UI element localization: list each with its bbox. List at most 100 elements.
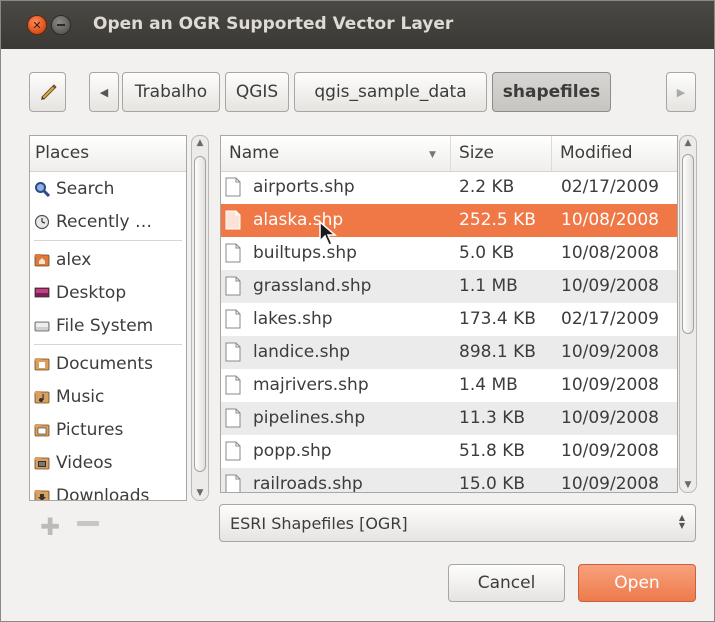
scroll-down-arrow[interactable]: ▼ (192, 488, 208, 498)
file-icon (225, 177, 241, 197)
place-item-label: Pictures (56, 419, 124, 440)
place-item-file-system[interactable]: File System (30, 309, 186, 342)
file-name: grassland.shp (253, 276, 372, 296)
file-type-filter[interactable]: ESRI Shapefiles [OGR] ▲ ▼ (219, 504, 696, 542)
file-size: 898.1 KB (459, 342, 536, 362)
column-name-header[interactable]: Name (221, 136, 451, 171)
file-size: 1.4 MB (459, 375, 518, 395)
pictures-folder-icon (34, 422, 50, 438)
breadcrumb-item-shapefiles[interactable]: shapefiles (492, 72, 611, 112)
file-modified: 10/08/2008 (561, 210, 659, 230)
table-row-selected[interactable]: alaska.shp 252.5 KB 10/08/2008 (221, 204, 677, 237)
file-icon (225, 342, 241, 362)
table-row[interactable]: railroads.shp 15.0 KB 10/09/2008 (221, 468, 677, 493)
breadcrumb-item-trabalho[interactable]: Trabalho (122, 72, 220, 112)
file-type-filter-value: ESRI Shapefiles [OGR] (230, 513, 408, 533)
place-item-label: Videos (56, 452, 113, 473)
file-size: 51.8 KB (459, 441, 526, 461)
file-name: builtups.shp (253, 243, 357, 263)
file-size: 1.1 MB (459, 276, 518, 296)
file-list: Name ▼ Size Modified airports.shp 2.2 KB 0… (220, 135, 678, 493)
places-header[interactable]: Places (30, 136, 186, 172)
file-icon (225, 243, 241, 263)
file-modified: 10/09/2008 (561, 408, 659, 428)
place-item-label: Documents (56, 353, 153, 374)
place-item-label: Search (56, 178, 115, 199)
table-row[interactable]: landice.shp 898.1 KB 10/09/2008 (221, 336, 677, 369)
column-modified-label: Modified (560, 143, 633, 163)
breadcrumb-scroll-right[interactable]: ▶ (666, 72, 696, 112)
scroll-up-arrow[interactable]: ▲ (192, 138, 208, 148)
file-icon (225, 210, 241, 230)
add-bookmark-icon[interactable]: ✚ (40, 513, 60, 541)
file-dialog: ✕ Open an OGR Supported Vector Layer ◀ T… (0, 0, 715, 622)
type-location-button[interactable] (29, 72, 66, 112)
place-item-desktop[interactable]: Desktop (30, 276, 186, 309)
file-name: landice.shp (253, 342, 351, 362)
file-size: 252.5 KB (459, 210, 536, 230)
place-item-alex[interactable]: alex (30, 243, 186, 276)
open-button[interactable]: Open (578, 564, 696, 602)
desktop-icon (34, 285, 50, 301)
place-item-label: Downloads (56, 485, 150, 501)
pencil-icon (40, 84, 57, 100)
mouse-pointer-icon (319, 221, 338, 246)
minimize-icon[interactable] (51, 15, 71, 35)
table-row[interactable]: popp.shp 51.8 KB 10/09/2008 (221, 435, 677, 468)
places-separator (34, 240, 182, 241)
file-size: 173.4 KB (459, 309, 536, 329)
place-item-music[interactable]: Music (30, 380, 186, 413)
column-size-label: Size (459, 143, 494, 163)
table-row[interactable]: majrivers.shp 1.4 MB 10/09/2008 (221, 369, 677, 402)
file-modified: 02/17/2009 (561, 177, 659, 197)
breadcrumb-item-qgis-sample-data[interactable]: qgis_sample_data (294, 72, 487, 112)
spinner-arrows-icon: ▲ ▼ (678, 513, 685, 530)
table-row[interactable]: pipelines.shp 11.3 KB 10/09/2008 (221, 402, 677, 435)
places-scroll-thumb[interactable] (194, 156, 206, 472)
file-icon (225, 474, 241, 492)
remove-bookmark-icon[interactable] (77, 521, 99, 526)
table-row[interactable]: grassland.shp 1.1 MB 10/09/2008 (221, 270, 677, 303)
place-item-label: Desktop (56, 282, 127, 303)
file-size: 5.0 KB (459, 243, 515, 263)
file-modified: 10/09/2008 (561, 441, 659, 461)
place-item-documents[interactable]: Documents (30, 347, 186, 380)
column-name-label: Name (229, 143, 280, 163)
place-item-recently[interactable]: Recently … (30, 205, 186, 238)
breadcrumb-item-qgis[interactable]: QGIS (225, 72, 289, 112)
documents-folder-icon (34, 356, 50, 372)
place-item-downloads[interactable]: Downloads (30, 479, 186, 501)
file-modified: 10/09/2008 (561, 474, 659, 493)
places-separator (34, 344, 182, 345)
places-pane: Places Search Recently … alex Desktop File S… (29, 135, 187, 501)
search-icon (34, 181, 51, 197)
file-name: majrivers.shp (253, 375, 369, 395)
file-icon (225, 441, 241, 461)
file-size: 2.2 KB (459, 177, 515, 197)
files-scroll-thumb[interactable] (682, 154, 694, 334)
file-name: airports.shp (253, 177, 355, 197)
scroll-up-arrow[interactable]: ▲ (680, 138, 696, 148)
cancel-button[interactable]: Cancel (448, 564, 565, 602)
file-name: pipelines.shp (253, 408, 366, 428)
window-title: Open an OGR Supported Vector Layer (93, 14, 454, 34)
breadcrumb-scroll-left[interactable]: ◀ (89, 72, 119, 112)
places-scrollbar[interactable]: ▲ ▼ (191, 135, 209, 501)
close-icon[interactable]: ✕ (27, 15, 47, 35)
place-item-pictures[interactable]: Pictures (30, 413, 186, 446)
column-modified-header[interactable]: Modified (552, 136, 677, 171)
place-item-label: File System (56, 315, 154, 336)
file-list-header: Name ▼ Size Modified (221, 136, 677, 172)
table-row[interactable]: airports.shp 2.2 KB 02/17/2009 (221, 171, 677, 204)
place-item-videos[interactable]: Videos (30, 446, 186, 479)
table-row[interactable]: lakes.shp 173.4 KB 02/17/2009 (221, 303, 677, 336)
place-item-label: Recently … (56, 211, 152, 232)
drive-icon (34, 318, 50, 334)
files-scrollbar[interactable]: ▲ ▼ (679, 135, 697, 493)
file-icon (225, 375, 241, 395)
scroll-down-arrow[interactable]: ▼ (680, 480, 696, 490)
downloads-folder-icon (34, 488, 50, 500)
column-size-header[interactable]: Size (451, 136, 552, 171)
table-row[interactable]: builtups.shp 5.0 KB 10/08/2008 (221, 237, 677, 270)
place-item-search[interactable]: Search (30, 172, 186, 205)
